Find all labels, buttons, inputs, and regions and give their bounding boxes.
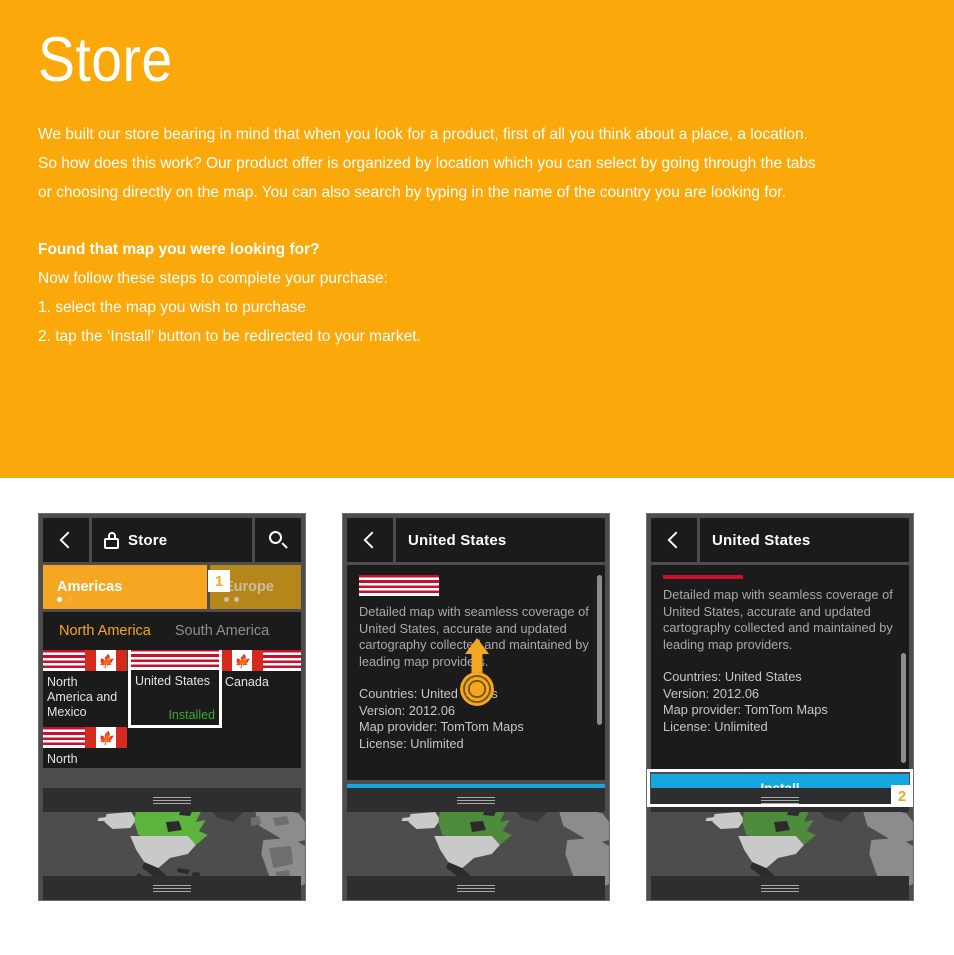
back-button[interactable] (651, 518, 697, 562)
meta-version: Version: 2012.06 (663, 685, 760, 701)
map-handle-bottom[interactable] (651, 876, 909, 900)
tab-europe-dots (224, 597, 239, 602)
world-map[interactable] (343, 788, 609, 900)
hero-paragraph-line: or choosing directly on the map. You can… (38, 184, 786, 201)
screen: United States Detailed map with seamless… (647, 514, 913, 900)
world-map[interactable] (647, 788, 913, 900)
flag-strip: 🍁 (43, 727, 129, 748)
swipe-up-gesture-icon (460, 636, 494, 706)
grip-icon (153, 884, 191, 892)
tile-north[interactable]: 🍁 North (43, 727, 129, 768)
detail-meta: Countries: United States Version: 2012.0… (663, 669, 897, 735)
store-title-cell: Store (92, 518, 252, 562)
phone-screenshot-detail-scroll: United States Detailed map with seamless… (342, 513, 610, 901)
search-icon (269, 531, 288, 549)
chevron-left-icon (667, 531, 684, 549)
hero-paragraph-line: So how does this work? Our product offer… (38, 155, 816, 172)
flag-canada-icon: 🍁 (221, 650, 263, 671)
tile-label: United States (135, 674, 211, 688)
tab-americas-dots (57, 597, 72, 602)
map-handle-top[interactable] (651, 788, 909, 812)
search-button[interactable] (255, 518, 301, 562)
map-handle-top[interactable] (347, 788, 605, 812)
title-bar: United States (343, 514, 609, 562)
hero-paragraph: We built our store bearing in mind that … (38, 96, 916, 207)
screen: Store Americas Europe North America Sout… (39, 514, 305, 900)
grip-icon (761, 884, 799, 892)
tile-label: Canada (225, 675, 269, 689)
phone-screenshot-detail-install: United States Detailed map with seamless… (646, 513, 914, 901)
title-bar: Store (39, 514, 305, 562)
title-label: United States (408, 531, 507, 549)
tile-united-states-selected[interactable]: United States Installed (128, 650, 222, 728)
flag-us-icon (131, 650, 219, 670)
tile-row: 🍁 North (43, 727, 301, 768)
hero-paragraph-line: We built our store bearing in mind that … (38, 126, 808, 143)
sub-tab-bar: North America South America (43, 612, 301, 650)
world-map[interactable] (39, 788, 305, 900)
grip-icon (457, 884, 495, 892)
meta-license: License: Unlimited (359, 735, 464, 751)
sub-tab-south-america[interactable]: South America (175, 623, 269, 639)
back-button[interactable] (43, 518, 89, 562)
detail-title-cell: United States (700, 518, 909, 562)
hero-step-1: 1. select the map you wish to purchase (38, 299, 306, 316)
hero-subheading: Found that map you were looking for? (38, 241, 320, 258)
detail-title-cell: United States (396, 518, 605, 562)
flag-us-icon (359, 575, 439, 596)
flag-strip (131, 650, 219, 670)
title-label: United States (712, 531, 811, 549)
detail-scrollbar[interactable] (597, 575, 602, 725)
tile-canada[interactable]: 🍁 Canada (221, 650, 301, 724)
hero-step-2: 2. tap the ‘Install’ button to be redire… (38, 328, 421, 345)
flag-canada-icon: 🍁 (85, 650, 127, 671)
meta-license: License: Unlimited (663, 718, 768, 734)
hero-intro: Now follow these steps to complete your … (38, 270, 388, 287)
tile-north-america-and-mexico[interactable]: 🍁 North America and Mexico (43, 650, 129, 724)
status-badge-installed: Installed (168, 708, 215, 722)
flag-strip: 🍁 (43, 650, 129, 671)
tab-americas[interactable]: Americas (43, 565, 207, 609)
flag-strip: 🍁 (221, 650, 301, 671)
detail-scrollbar[interactable] (901, 653, 906, 763)
detail-panel: Detailed map with seamless coverage of U… (651, 565, 909, 770)
grip-icon (457, 796, 495, 804)
detail-description: Detailed map with seamless coverage of U… (663, 587, 893, 652)
flag-us-icon (43, 727, 85, 748)
map-handle-bottom[interactable] (43, 876, 301, 900)
title-label: Store (128, 531, 168, 549)
page-title: Store (38, 25, 173, 95)
back-button[interactable] (347, 518, 393, 562)
grip-icon (153, 796, 191, 804)
sub-tab-north-america[interactable]: North America (59, 623, 151, 639)
step-badge-2: 2 (891, 785, 913, 807)
meta-map-provider: Map provider: TomTom Maps (663, 702, 828, 717)
region-tab-bar: Americas Europe (39, 565, 305, 609)
map-handle-bottom[interactable] (347, 876, 605, 900)
meta-countries: Countries: United States (663, 669, 802, 684)
hero-banner: Store We built our store bearing in mind… (0, 0, 954, 478)
screenshot-strip: Store Americas Europe North America Sout… (0, 478, 954, 955)
detail-content: Detailed map with seamless coverage of U… (651, 565, 909, 735)
flag-us-icon (43, 650, 85, 671)
screen: United States Detailed map with seamless… (343, 514, 609, 900)
grip-icon (761, 796, 799, 804)
phone-screenshot-store-list: Store Americas Europe North America Sout… (38, 513, 306, 901)
chevron-left-icon (59, 531, 76, 549)
chevron-left-icon (363, 531, 380, 549)
title-bar: United States (647, 514, 913, 562)
flag-us-icon (663, 575, 743, 579)
map-tile-grid: 🍁 North America and Mexico 🍁 Canada 🍁 No… (43, 650, 301, 768)
flag-canada-icon: 🍁 (85, 727, 127, 748)
tile-label: North America and Mexico (47, 675, 118, 719)
tab-europe-label: Europe (224, 579, 274, 595)
map-handle-top[interactable] (43, 788, 301, 812)
flag-us-icon (263, 650, 301, 671)
tile-label: North (47, 752, 78, 766)
lock-icon (104, 531, 119, 549)
tab-americas-label: Americas (57, 579, 123, 595)
meta-map-provider: Map provider: TomTom Maps (359, 719, 524, 734)
step-badge-1: 1 (208, 570, 230, 592)
